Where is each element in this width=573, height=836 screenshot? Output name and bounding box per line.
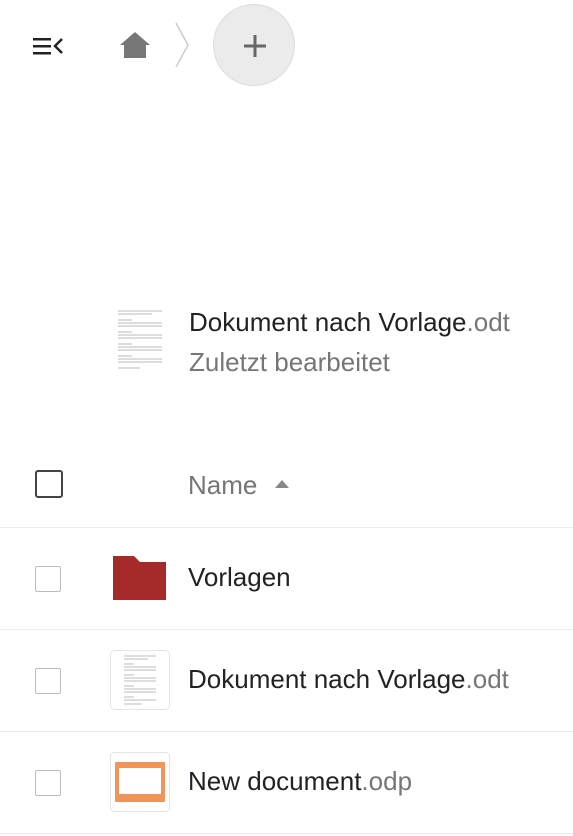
file-name[interactable]: New document.odp (188, 766, 412, 797)
folder-icon (110, 548, 170, 608)
recent-file-subtitle: Zuletzt bearbeitet (189, 347, 390, 377)
row-checkbox[interactable] (35, 566, 61, 592)
file-row-dokument-nach-vorlage[interactable]: Dokument nach Vorlage.odt (0, 630, 573, 732)
column-name-label: Name (188, 470, 258, 500)
document-thumbnail (110, 650, 170, 710)
file-basename: New document (188, 766, 362, 796)
file-name[interactable]: Dokument nach Vorlage.odt (188, 664, 509, 695)
document-thumbnail (112, 305, 168, 375)
breadcrumb-separator-icon (174, 22, 190, 68)
file-list-header: Name (0, 445, 573, 528)
file-extension: .odp (361, 766, 413, 796)
plus-icon (244, 35, 266, 57)
presentation-icon (110, 752, 170, 812)
recent-file-card[interactable]: Dokument nach Vorlage.odt Zuletzt bearbe… (112, 305, 552, 385)
select-all-checkbox[interactable] (35, 470, 63, 498)
home-icon[interactable] (118, 30, 152, 60)
row-checkbox[interactable] (35, 770, 61, 796)
file-extension: .odt (465, 664, 509, 694)
file-basename: Dokument nach Vorlage (188, 664, 466, 694)
recent-file-name[interactable]: Dokument nach Vorlage.odt (189, 307, 510, 338)
file-extension: .odt (466, 307, 510, 337)
menu-collapse-icon[interactable] (33, 34, 63, 58)
file-row-vorlagen[interactable]: Vorlagen (0, 528, 573, 630)
top-bar (0, 0, 573, 90)
column-header-name[interactable]: Name (188, 470, 290, 501)
file-name[interactable]: Vorlagen (188, 562, 291, 593)
row-checkbox[interactable] (35, 668, 61, 694)
file-row-new-document[interactable]: New document.odp (0, 732, 573, 834)
sort-ascending-icon (275, 480, 290, 489)
file-basename: Vorlagen (188, 562, 291, 592)
file-basename: Dokument nach Vorlage (189, 307, 467, 337)
add-new-button[interactable] (213, 4, 295, 86)
